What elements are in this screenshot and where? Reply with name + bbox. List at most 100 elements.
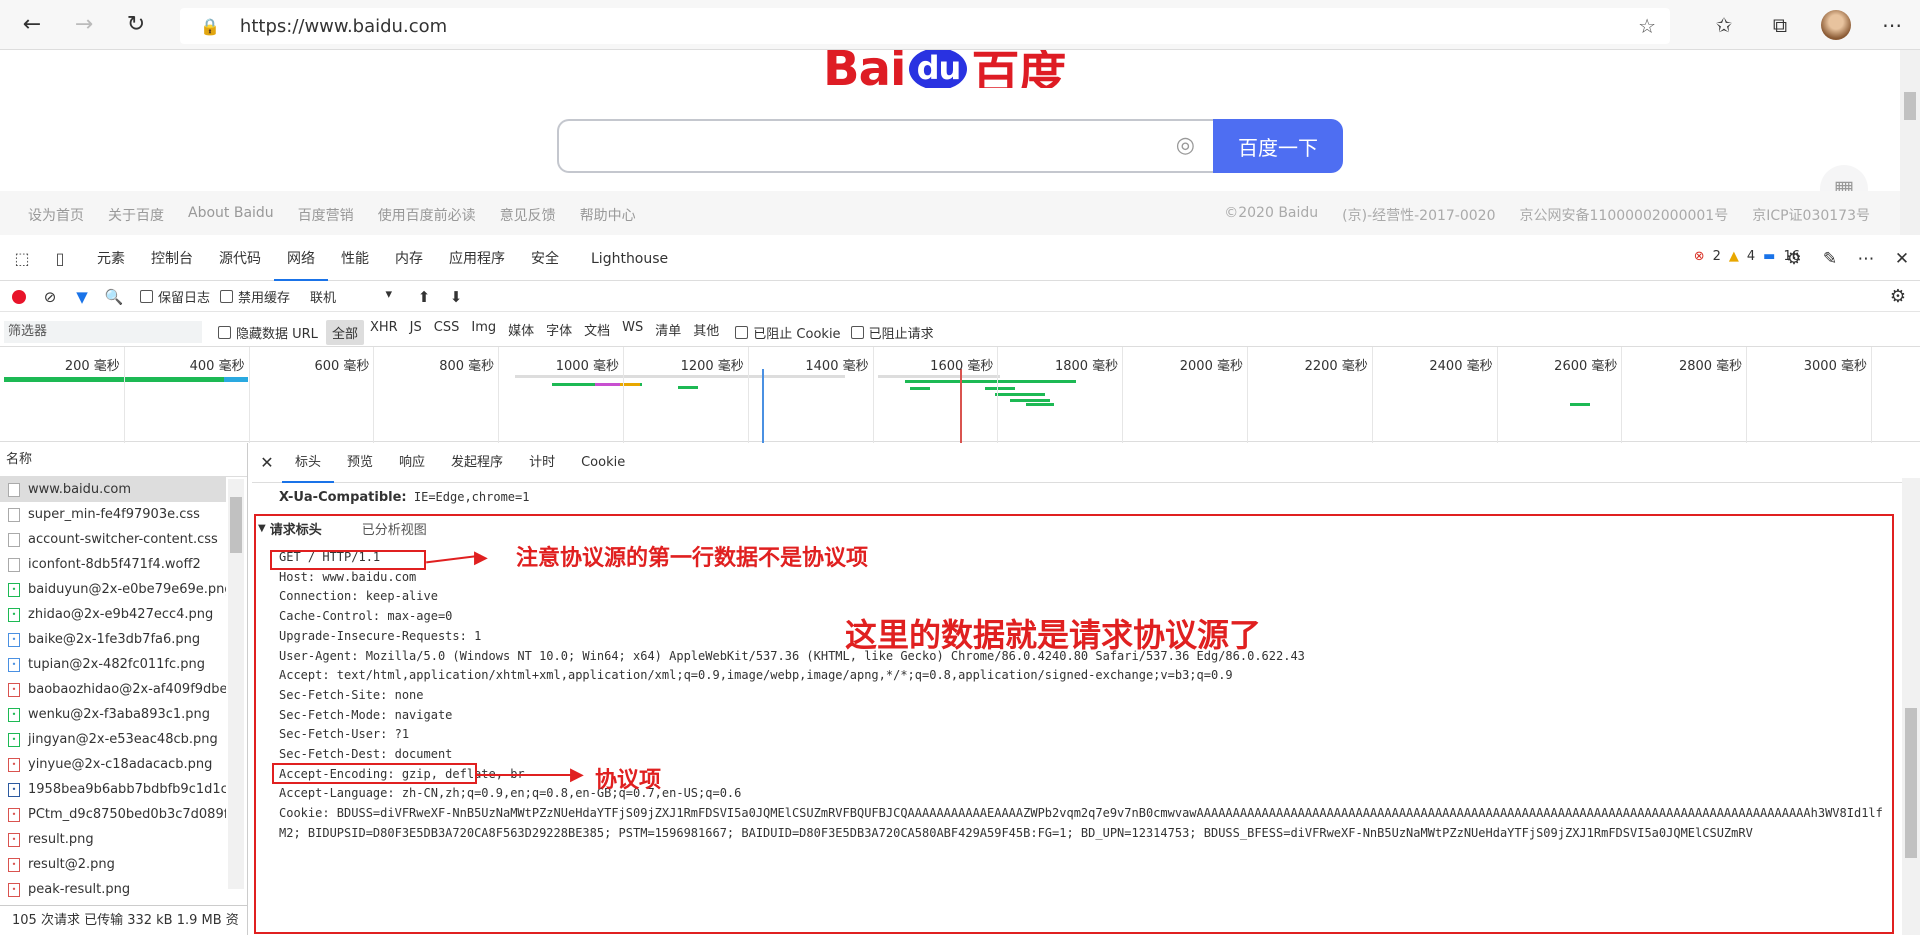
footer-link[interactable]: 关于百度 — [108, 205, 164, 225]
detail-tab[interactable]: 标头 — [282, 443, 335, 483]
tab-0[interactable]: 元素 — [84, 237, 138, 281]
feedback-icon[interactable]: ✎ — [1812, 249, 1848, 269]
more-options-icon[interactable]: ⋯ — [1848, 249, 1884, 269]
page-scrollbar[interactable] — [1900, 50, 1920, 235]
footer-info[interactable]: 京公网安备11000002000001号 — [1520, 205, 1729, 225]
footer-info[interactable]: 京ICP证030173号 — [1752, 205, 1870, 225]
disable-cache-checkbox[interactable]: 禁用缓存 — [220, 287, 290, 306]
type-filter[interactable]: 全部 — [325, 319, 364, 345]
network-settings-gear-icon[interactable]: ⚙ — [1890, 286, 1906, 307]
request-row[interactable]: • yinyue@2x-c18adacacb.png — [0, 752, 226, 777]
tab-8[interactable]: Lighthouse — [578, 237, 681, 281]
tab-1[interactable]: 控制台 — [138, 237, 206, 281]
request-row[interactable]: • 1958bea9b6abb7bdbfb9c1d1c9 — [0, 777, 226, 802]
blocked-cookies-checkbox[interactable]: 已阻止 Cookie — [735, 323, 841, 342]
type-filter[interactable]: 媒体 — [502, 320, 540, 345]
profile-avatar[interactable] — [1821, 10, 1851, 40]
page-scroll-thumb[interactable] — [1904, 92, 1916, 120]
address-bar[interactable]: 🔒 https://www.baidu.com ☆ — [180, 8, 1670, 44]
footer-link[interactable]: 意见反馈 — [500, 205, 556, 225]
tab-2[interactable]: 源代码 — [206, 237, 274, 281]
type-filter[interactable]: WS — [616, 320, 649, 345]
footer-link[interactable]: 帮助中心 — [580, 205, 636, 225]
request-list-scroll-thumb[interactable] — [230, 497, 242, 553]
file-icon: • — [8, 632, 20, 647]
request-row[interactable]: iconfont-8db5f471f4.woff2 — [0, 552, 226, 577]
detail-tab[interactable]: 预览 — [334, 443, 386, 483]
name-column-header[interactable]: 名称 — [0, 443, 247, 477]
view-parsed-toggle[interactable]: 已分析视图 — [362, 519, 427, 538]
footer-info[interactable]: (京)-经营性-2017-0020 — [1342, 205, 1495, 225]
clear-icon[interactable]: ⊘ — [34, 288, 66, 306]
inspect-icon[interactable]: ⬚ — [6, 249, 38, 268]
detail-tab[interactable]: 发起程序 — [438, 443, 516, 483]
settings-gear-icon[interactable]: ⚙ — [1776, 249, 1812, 269]
close-detail-icon[interactable]: ✕ — [252, 453, 282, 472]
type-filter[interactable]: 清单 — [649, 320, 687, 345]
throttle-select[interactable]: 联机 ▾ — [310, 287, 392, 306]
type-filter[interactable]: JS — [404, 320, 428, 345]
request-row[interactable]: • result.png — [0, 827, 226, 852]
import-har-icon[interactable]: ⬆ — [408, 288, 440, 306]
tab-3[interactable]: 网络 — [274, 237, 328, 281]
type-filter[interactable]: 其他 — [687, 320, 725, 345]
tab-7[interactable]: 安全 — [518, 237, 572, 281]
request-row[interactable]: • result@2.png — [0, 852, 226, 877]
device-emulation-icon[interactable]: ▯ — [44, 249, 76, 268]
tab-6[interactable]: 应用程序 — [436, 237, 518, 281]
footer-link[interactable]: 设为首页 — [28, 205, 84, 225]
footer-link[interactable]: 百度营销 — [298, 205, 354, 225]
detail-tab[interactable]: 响应 — [386, 443, 438, 483]
detail-tab[interactable]: 计时 — [516, 443, 568, 483]
search-icon[interactable]: 🔍 — [98, 288, 130, 306]
search-input[interactable]: ◎ — [557, 119, 1213, 173]
footer-link[interactable]: 使用百度前必读 — [378, 205, 476, 225]
type-filter[interactable]: 字体 — [540, 320, 578, 345]
footer-link[interactable]: About Baidu — [188, 205, 274, 225]
filter-input[interactable]: 筛选器 — [4, 321, 202, 343]
request-row[interactable]: • baiduyun@2x-e0be79e69e.png — [0, 577, 226, 602]
request-row[interactable]: • jingyan@2x-e53eac48cb.png — [0, 727, 226, 752]
request-row[interactable]: • PCtm_d9c8750bed0b3c7d089fa — [0, 802, 226, 827]
tab-5[interactable]: 内存 — [382, 237, 436, 281]
tab-4[interactable]: 性能 — [328, 237, 382, 281]
request-row[interactable]: account-switcher-content.css — [0, 527, 226, 552]
reload-button[interactable]: ↻ — [116, 5, 156, 45]
detail-scroll-thumb[interactable] — [1905, 708, 1917, 858]
network-overview-timeline[interactable]: 200 毫秒 400 毫秒 600 毫秒 800 毫秒 1000 毫秒 1200 毫秒 14… — [0, 346, 1920, 443]
request-row[interactable]: • tupian@2x-482fc011fc.png — [0, 652, 226, 677]
record-icon[interactable] — [12, 289, 26, 304]
type-filter[interactable]: XHR — [364, 320, 404, 345]
request-headers-section[interactable]: ▼ 请求标头 已分析视图 — [258, 516, 427, 540]
request-row[interactable]: • wenku@2x-f3aba893c1.png — [0, 702, 226, 727]
filter-icon[interactable]: ▼ — [66, 288, 98, 306]
baidu-logo[interactable]: Bai du 百度 — [823, 50, 1065, 88]
favorites-icon[interactable]: ✩ — [1696, 13, 1752, 37]
request-row[interactable]: super_min-fe4f97903e.css — [0, 502, 226, 527]
type-filter[interactable]: CSS — [428, 320, 466, 345]
back-button[interactable]: ← — [12, 5, 52, 45]
request-row[interactable]: www.baidu.com — [0, 477, 226, 502]
type-filter[interactable]: 文档 — [578, 320, 616, 345]
preserve-log-label: 保留日志 — [158, 291, 211, 306]
hide-data-url-checkbox[interactable]: 隐藏数据 URL — [218, 323, 318, 342]
request-row[interactable]: • baobaozhidao@2x-af409f9dbe — [0, 677, 226, 702]
favorite-star-icon[interactable]: ☆ — [1638, 14, 1656, 38]
detail-scrollbar[interactable] — [1902, 478, 1920, 935]
search-button[interactable]: 百度一下 — [1213, 119, 1343, 173]
footer-info[interactable]: ©2020 Baidu — [1224, 205, 1318, 225]
camera-icon[interactable]: ◎ — [1176, 133, 1195, 158]
detail-tab[interactable]: Cookie — [568, 443, 638, 483]
more-menu-icon[interactable]: ⋯ — [1864, 13, 1920, 37]
type-filter[interactable]: Img — [465, 320, 502, 345]
preserve-log-checkbox[interactable]: 保留日志 — [140, 287, 210, 306]
close-devtools-icon[interactable]: ✕ — [1884, 249, 1920, 269]
forward-button[interactable]: → — [64, 5, 104, 45]
request-row[interactable]: • zhidao@2x-e9b427ecc4.png — [0, 602, 226, 627]
collections-icon[interactable]: ⧉ — [1752, 13, 1808, 37]
request-row[interactable]: • peak-result.png — [0, 877, 226, 902]
blocked-requests-checkbox[interactable]: 已阻止请求 — [850, 323, 934, 342]
request-row[interactable]: • baike@2x-1fe3db7fa6.png — [0, 627, 226, 652]
export-har-icon[interactable]: ⬇ — [440, 288, 472, 306]
request-list-scrollbar[interactable] — [228, 479, 244, 889]
